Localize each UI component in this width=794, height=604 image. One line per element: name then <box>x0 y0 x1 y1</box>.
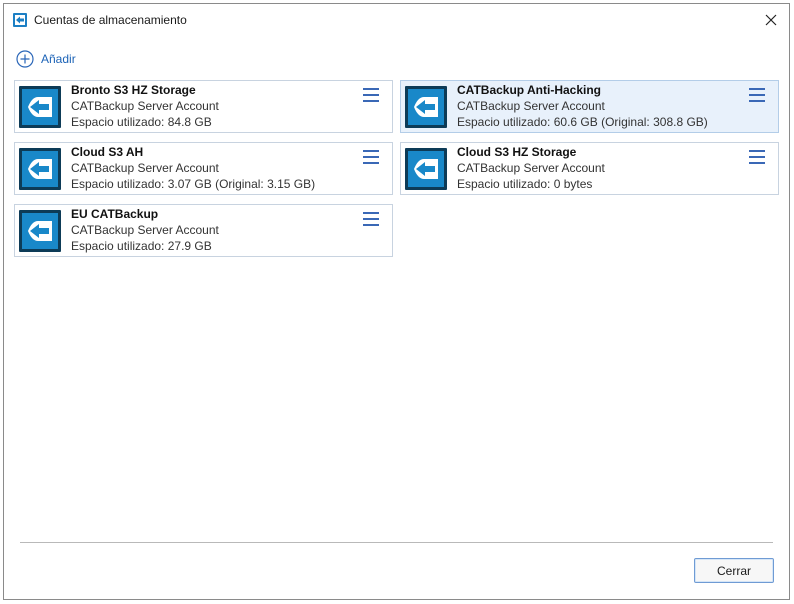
app-icon <box>13 13 27 27</box>
account-type: CATBackup Server Account <box>71 223 219 237</box>
storage-accounts-dialog: Cuentas de almacenamiento Añadir Bronto … <box>3 3 790 600</box>
catbackup-account-icon <box>405 148 447 190</box>
account-space-used: Espacio utilizado: 3.07 GB (Original: 3.… <box>71 177 316 191</box>
catbackup-account-icon <box>19 148 61 190</box>
account-space-used: Espacio utilizado: 27.9 GB <box>71 239 212 253</box>
hamburger-menu-icon[interactable] <box>749 88 765 102</box>
account-name: CATBackup Anti-Hacking <box>457 83 602 97</box>
hamburger-menu-icon[interactable] <box>363 150 379 164</box>
hamburger-menu-icon[interactable] <box>363 88 379 102</box>
add-account-label: Añadir <box>41 52 76 66</box>
hamburger-menu-icon[interactable] <box>363 212 379 226</box>
account-card[interactable]: Cloud S3 HZ Storage CATBackup Server Acc… <box>400 142 779 195</box>
account-card[interactable]: EU CATBackup CATBackup Server Account Es… <box>14 204 393 257</box>
account-name: EU CATBackup <box>71 207 159 221</box>
account-name: Cloud S3 AH <box>71 145 144 159</box>
account-card[interactable]: CATBackup Anti-Hacking CATBackup Server … <box>400 80 779 133</box>
close-button[interactable]: Cerrar <box>694 558 774 583</box>
account-space-used: Espacio utilizado: 84.8 GB <box>71 115 212 129</box>
account-type: CATBackup Server Account <box>457 161 605 175</box>
window-title: Cuentas de almacenamiento <box>34 13 187 27</box>
account-name: Bronto S3 HZ Storage <box>71 83 196 97</box>
footer-divider <box>20 542 773 543</box>
title-bar: Cuentas de almacenamiento <box>4 4 789 36</box>
catbackup-account-icon <box>19 210 61 252</box>
close-icon[interactable] <box>761 10 781 30</box>
catbackup-account-icon <box>19 86 61 128</box>
account-type: CATBackup Server Account <box>457 99 605 113</box>
add-account-button[interactable]: Añadir <box>16 48 76 70</box>
account-space-used: Espacio utilizado: 60.6 GB (Original: 30… <box>457 115 708 129</box>
account-card[interactable]: Cloud S3 AH CATBackup Server Account Esp… <box>14 142 393 195</box>
account-space-used: Espacio utilizado: 0 bytes <box>457 177 593 191</box>
account-type: CATBackup Server Account <box>71 161 219 175</box>
catbackup-account-icon <box>405 86 447 128</box>
account-type: CATBackup Server Account <box>71 99 219 113</box>
account-card[interactable]: Bronto S3 HZ Storage CATBackup Server Ac… <box>14 80 393 133</box>
hamburger-menu-icon[interactable] <box>749 150 765 164</box>
plus-circle-icon <box>16 50 34 68</box>
account-name: Cloud S3 HZ Storage <box>457 145 577 159</box>
